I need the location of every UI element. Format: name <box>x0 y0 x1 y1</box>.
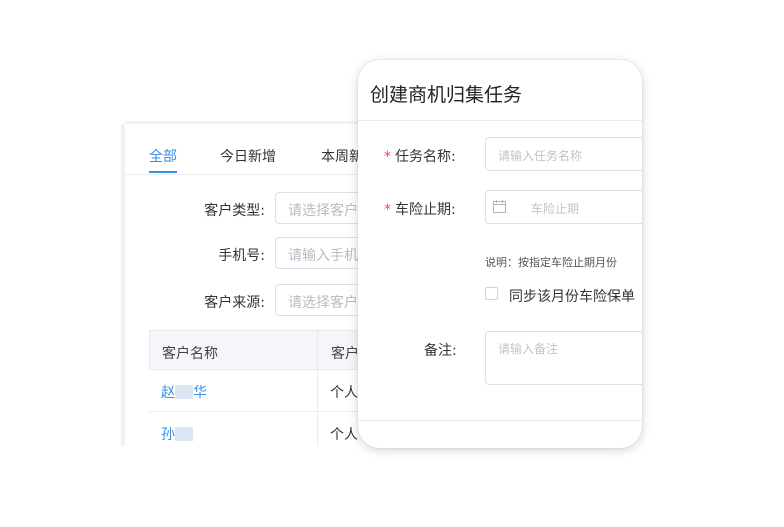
tab-today-new[interactable]: 今日新增 <box>220 146 276 166</box>
remark-label: 备注: <box>424 343 457 359</box>
filter-label: 客户类型: <box>204 203 265 219</box>
sync-checkbox[interactable] <box>485 287 498 300</box>
active-tab-indicator <box>149 171 177 173</box>
task-name-label: * 任务名称: <box>384 149 456 165</box>
filter-label: 客户来源: <box>204 295 265 311</box>
expiry-date-picker[interactable]: 车险止期 <box>485 190 642 224</box>
filter-label: 手机号: <box>218 248 265 264</box>
customer-type-cell: 个人 <box>330 385 358 401</box>
dialog-title: 创建商机归集任务 <box>370 84 523 106</box>
create-opportunity-task-dialog: 创建商机归集任务 * 任务名称: 请输入任务名称 * 车险止期: 车险止期 说明：按… <box>358 60 642 448</box>
customer-type-cell: 个人 <box>330 427 358 443</box>
calendar-icon <box>493 200 506 213</box>
remark-textarea[interactable]: 请输入备注 <box>485 331 642 385</box>
tab-all[interactable]: 全部 <box>149 146 177 166</box>
column-header-customer-type: 客户 <box>331 346 359 362</box>
required-mark: * <box>384 149 391 165</box>
customer-name-link[interactable]: 赵华 <box>161 382 207 402</box>
customer-name-link[interactable]: 孙 <box>161 424 193 444</box>
task-name-input[interactable]: 请输入任务名称 <box>485 137 642 171</box>
expiry-date-label: * 车险止期: <box>384 202 456 218</box>
explanation-note: 说明：按指定车险止期月份 <box>485 256 617 269</box>
column-header-customer-name: 客户名称 <box>162 346 218 362</box>
expiry-date-placeholder: 车险止期 <box>531 202 580 216</box>
footer-divider <box>358 420 642 421</box>
divider <box>358 120 642 121</box>
required-mark: * <box>384 202 391 218</box>
sync-checkbox-label: 同步该月份车险保单 <box>509 289 635 305</box>
tab-week-new[interactable]: 本周新 <box>321 146 363 166</box>
